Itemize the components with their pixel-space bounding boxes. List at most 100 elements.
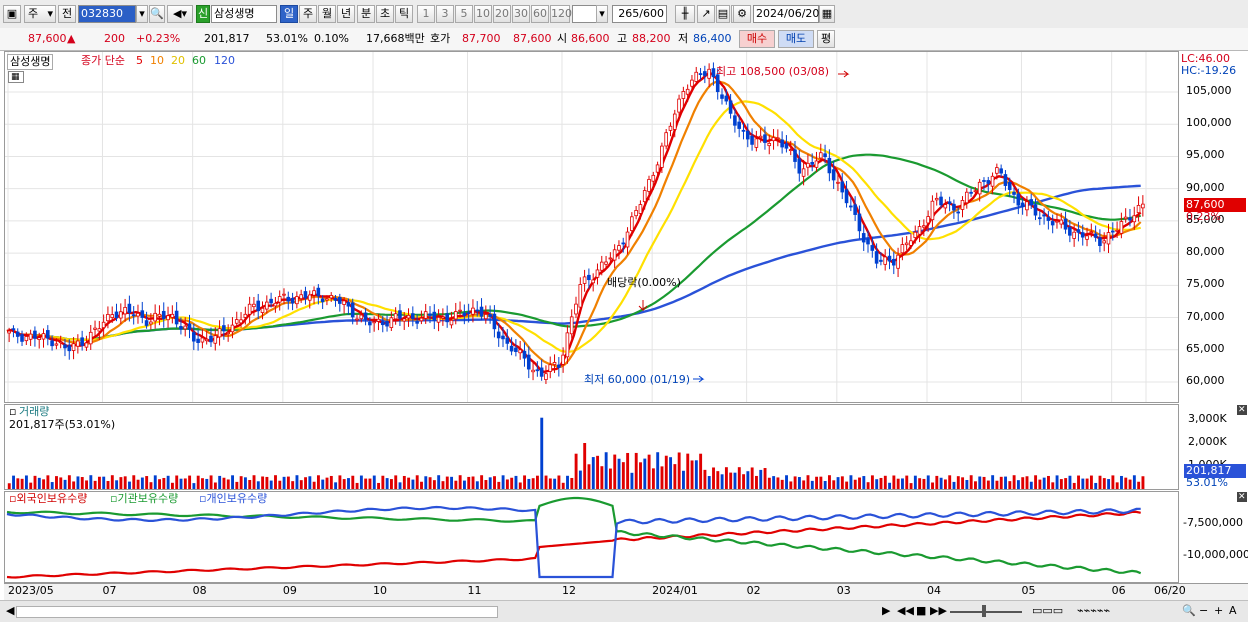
volume-bar: [789, 481, 793, 489]
rewind-icon[interactable]: ◀◀: [895, 604, 916, 618]
holding-panel[interactable]: ▫외국인보유수량 ▫기관보유수량 ▫개인보유수량: [4, 491, 1179, 583]
zoom-slider[interactable]: [950, 611, 1022, 613]
candle-body: [896, 254, 900, 269]
candle-body: [226, 332, 230, 335]
candle-body: [737, 121, 741, 129]
period-day-button[interactable]: 일: [280, 5, 298, 23]
stop-icon[interactable]: ■: [914, 604, 928, 618]
volume-bar: [97, 476, 101, 489]
volume-bar: [458, 475, 462, 489]
period-tick-button[interactable]: 틱: [395, 5, 413, 23]
zoom-slider-handle[interactable]: [982, 605, 986, 617]
zoom-icon[interactable]: 🔍: [1180, 604, 1198, 618]
candle-body: [1037, 217, 1042, 220]
interval-5-button[interactable]: 5: [455, 5, 473, 23]
interval-3-button[interactable]: 3: [436, 5, 454, 23]
legend-stock-name[interactable]: 삼성생명: [7, 54, 54, 70]
volume-bar: [1132, 475, 1136, 489]
prefix-button[interactable]: 전: [58, 5, 76, 23]
candle-body: [252, 303, 256, 308]
stock-name-field[interactable]: 삼성생명: [211, 5, 277, 23]
save-icon[interactable]: ▤: [716, 5, 730, 23]
volume-bar: [269, 480, 273, 489]
code-dropdown-icon[interactable]: ▾: [136, 5, 148, 23]
chart-menu-icon[interactable]: ▣: [3, 5, 21, 23]
volume-bar: [110, 475, 114, 489]
sell-button[interactable]: 매도: [778, 30, 814, 48]
candle-type-icon[interactable]: ╫: [675, 5, 695, 23]
period-minute-button[interactable]: 분: [357, 5, 375, 23]
close-panel-icon[interactable]: ✕: [1237, 405, 1247, 415]
candle-body: [247, 303, 252, 315]
volume-bar: [16, 478, 20, 489]
interval-60-button[interactable]: 60: [531, 5, 549, 23]
trade-amount: 17,668백만: [366, 32, 425, 45]
volume-bar: [776, 477, 780, 489]
candle-body: [260, 307, 265, 313]
grid-toggle-icon[interactable]: ▦: [8, 71, 24, 83]
interval-120-button[interactable]: 120: [550, 5, 572, 23]
candle-body: [621, 242, 626, 245]
count-input[interactable]: 265/600: [612, 5, 667, 23]
candle-body: [960, 200, 965, 210]
candle-body: [526, 354, 531, 370]
draw-tools-icon[interactable]: ⌁⌁⌁⌁⌁: [1075, 604, 1112, 618]
interval-1-button[interactable]: 1: [417, 5, 435, 23]
date-input[interactable]: 2024/06/20: [753, 5, 819, 23]
scroll-bar[interactable]: ◀ ▶ ◀◀ ■ ▶▶ ▭▭▭ ⌁⌁⌁⌁⌁ 🔍 − + A: [0, 600, 1248, 622]
period-year-button[interactable]: 년: [337, 5, 355, 23]
interval-20-button[interactable]: 20: [493, 5, 511, 23]
period-second-button[interactable]: 초: [376, 5, 394, 23]
volume-bar: [415, 475, 419, 489]
price-tick-105000: 105,000: [1186, 84, 1232, 97]
candle-body: [1093, 233, 1098, 238]
speaker-icon[interactable]: ◀▾: [167, 5, 193, 23]
scroll-left-icon[interactable]: ◀: [4, 604, 16, 618]
foreign-holding-line: [6, 510, 1141, 579]
zoom-in-icon[interactable]: +: [1212, 604, 1225, 618]
price-chart-panel[interactable]: 삼성생명 종가 단순 5 10 20 60 120 ▦ 최고 108,500 (…: [4, 51, 1179, 403]
volume-bar: [140, 477, 144, 489]
period-month-button[interactable]: 월: [318, 5, 336, 23]
candle-body: [733, 115, 737, 126]
market-select[interactable]: 주 ▾: [24, 5, 56, 23]
scroll-thumb[interactable]: [16, 606, 498, 618]
close-holding-panel-icon[interactable]: ✕: [1237, 492, 1247, 502]
volume-panel[interactable]: ▫ 거래량 201,817주(53.01%): [4, 404, 1179, 490]
candle-body: [926, 216, 930, 224]
volume-bar: [1081, 478, 1085, 489]
scroll-right-icon[interactable]: ▶: [880, 604, 892, 618]
candle-body: [874, 251, 879, 264]
volume-bar: [690, 460, 694, 489]
candle-body: [359, 314, 364, 320]
candle-body: [797, 158, 802, 174]
calendar-icon[interactable]: ▦: [819, 5, 835, 23]
font-size-icon[interactable]: A: [1227, 604, 1239, 618]
search-icon[interactable]: 🔍: [149, 5, 165, 23]
candle-body: [436, 316, 441, 323]
buy-button[interactable]: 매수: [739, 30, 775, 48]
interval-30-button[interactable]: 30: [512, 5, 530, 23]
low-price: 86,400: [693, 32, 732, 45]
candle-body: [522, 350, 527, 359]
volume-bar: [432, 480, 436, 489]
eval-button[interactable]: 평: [817, 30, 835, 48]
candle-body: [415, 321, 419, 324]
period-week-button[interactable]: 주: [299, 5, 317, 23]
volume-bar: [995, 480, 999, 489]
candle-body: [1076, 229, 1081, 233]
volume-panel-value: 201,817주(53.01%): [9, 418, 116, 431]
zoom-out-icon[interactable]: −: [1197, 604, 1210, 618]
annotation-dividend: 배당락(0.00%): [607, 276, 681, 289]
fast-forward-icon[interactable]: ▶▶: [928, 604, 949, 618]
candle-body: [668, 125, 673, 131]
interval-10-button[interactable]: 10: [474, 5, 492, 23]
candle-body: [466, 312, 471, 315]
candle-body: [110, 314, 115, 318]
stock-code-input[interactable]: 032830: [78, 5, 136, 23]
settings-gear-icon[interactable]: ⚙: [733, 5, 751, 23]
interval-dropdown-icon[interactable]: ▾: [596, 5, 608, 23]
volume-bar: [673, 464, 677, 489]
indicator-icon[interactable]: ↗: [697, 5, 715, 23]
layout-icon[interactable]: ▭▭▭: [1030, 604, 1065, 618]
